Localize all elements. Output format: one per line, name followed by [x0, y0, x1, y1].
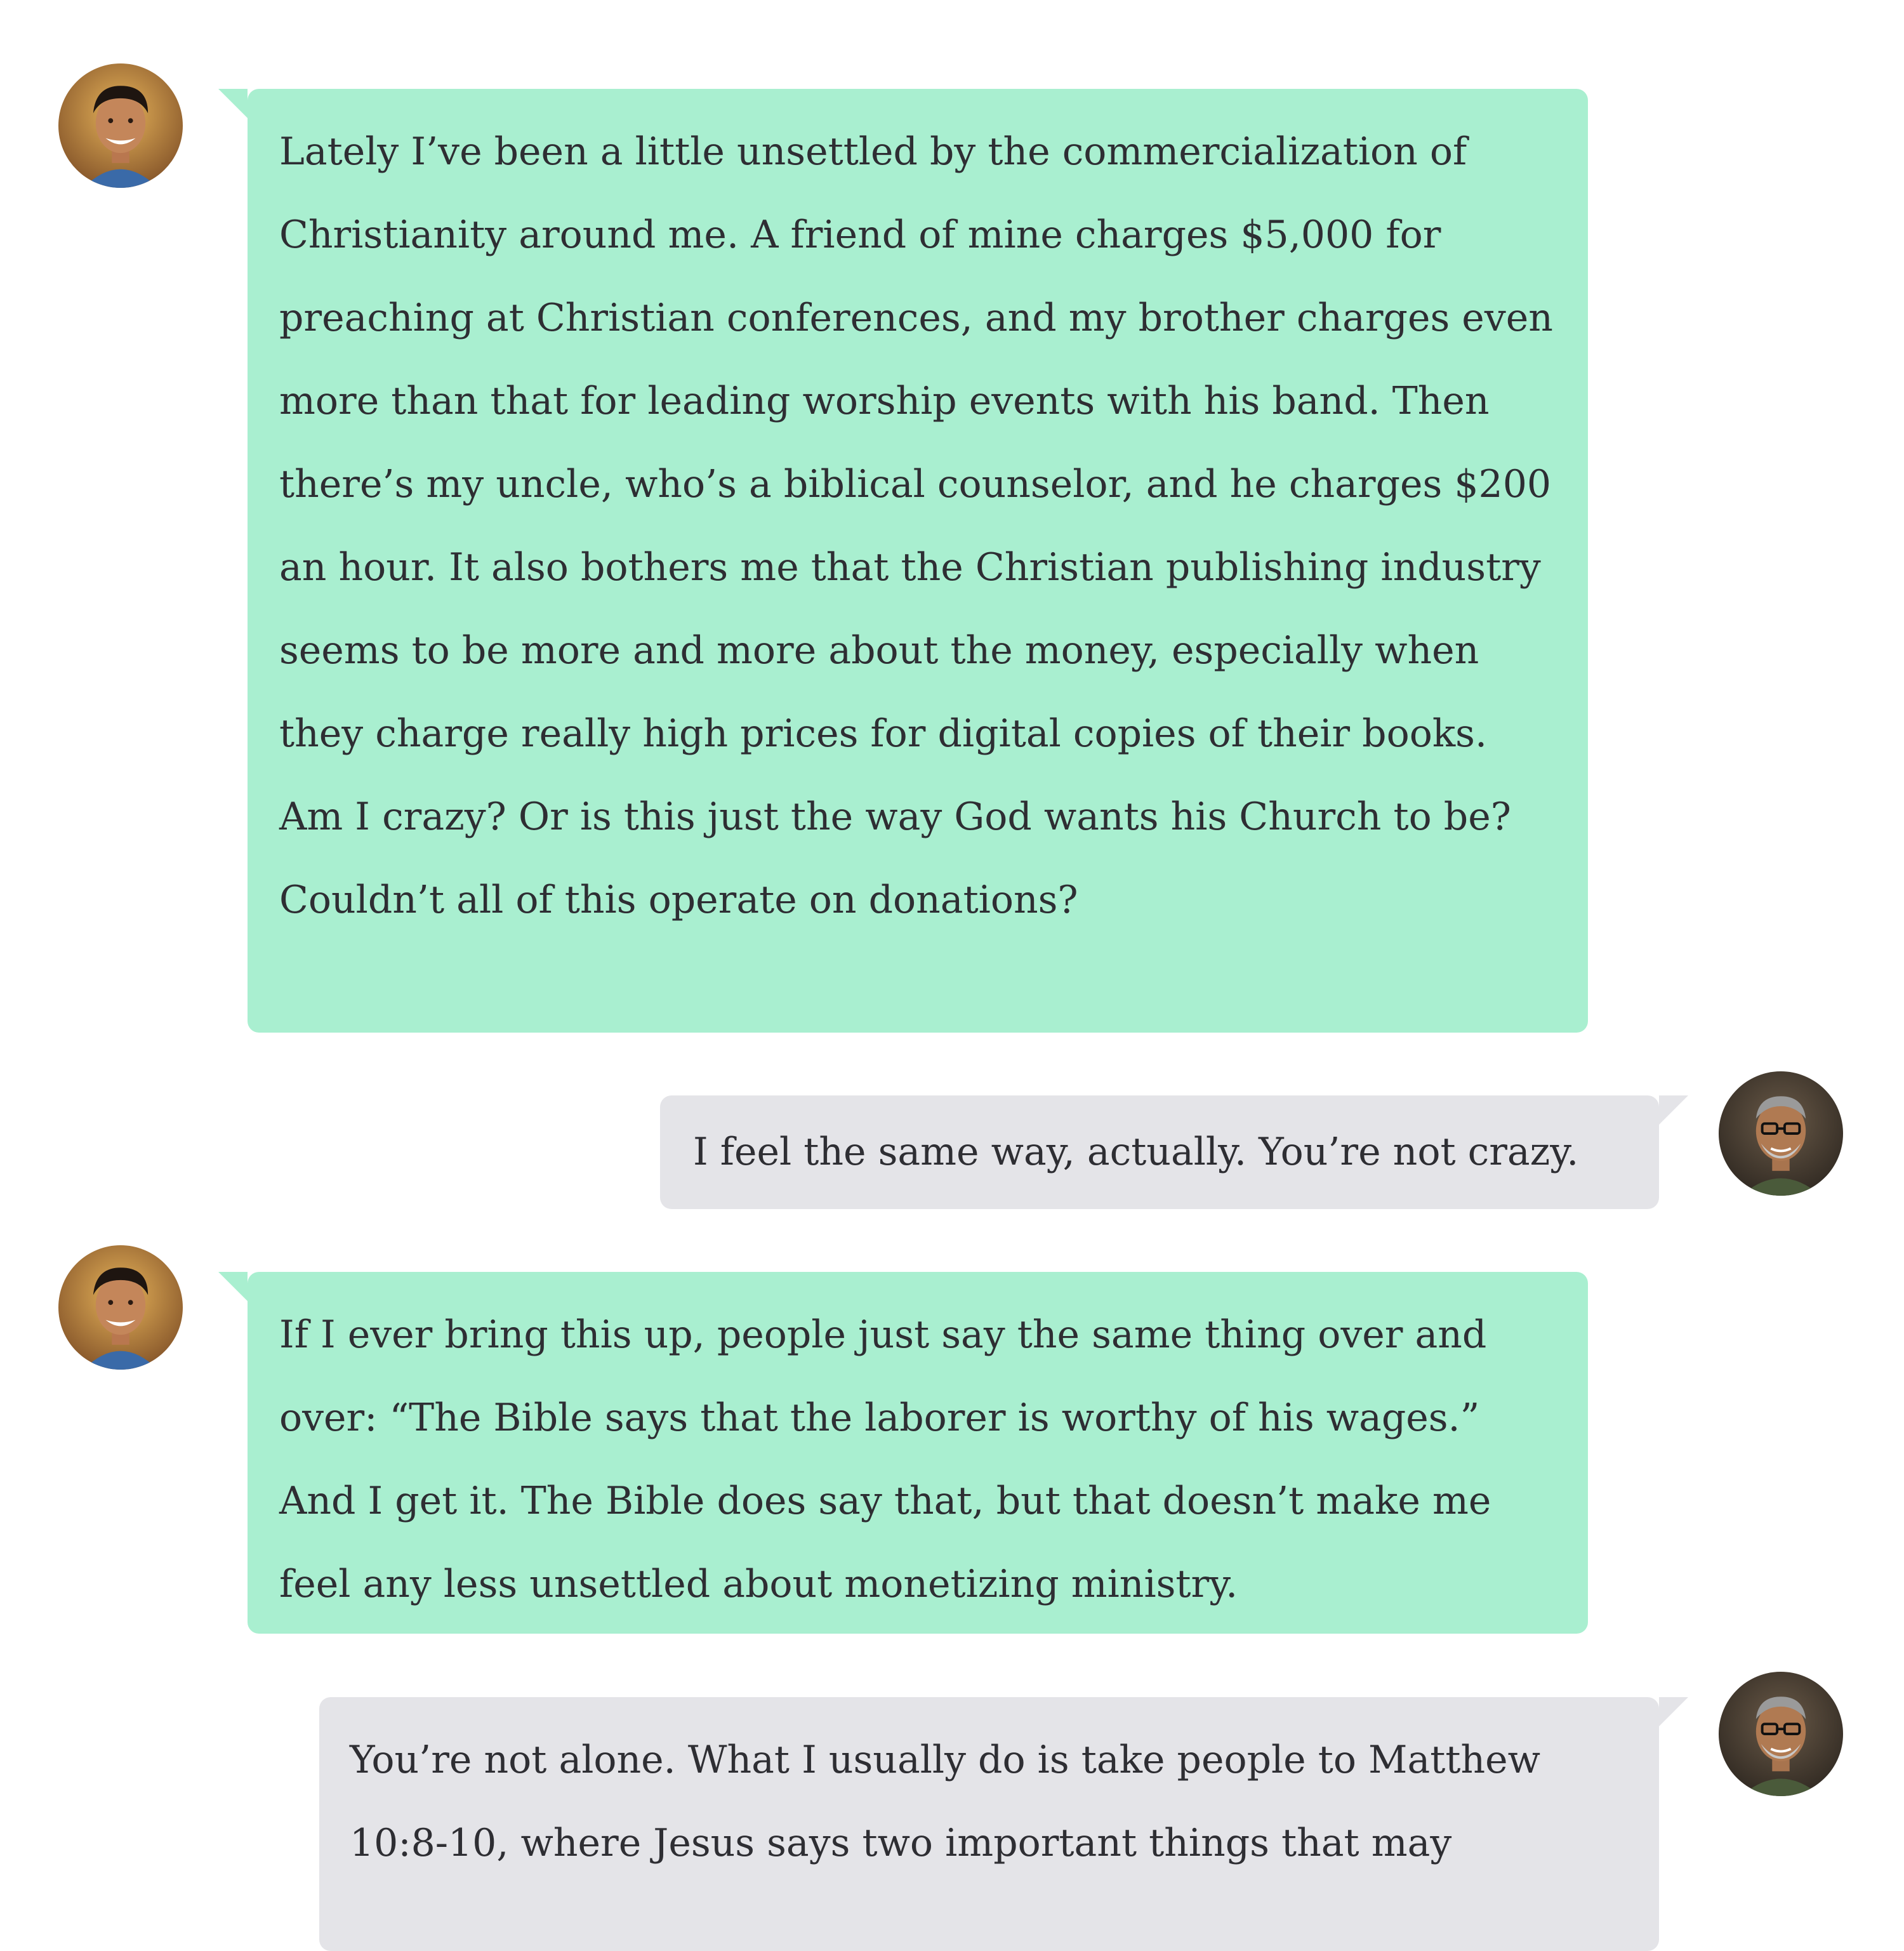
chat-thread: Lately I’ve been a little unsettled by t…	[0, 0, 1904, 1951]
message-text: You’re not alone. What I usually do is t…	[350, 1738, 1540, 1865]
bubble-tail	[1659, 1697, 1688, 1726]
message-text: If I ever bring this up, people just say…	[279, 1313, 1491, 1606]
bubble-tail	[1659, 1095, 1688, 1125]
message-bubble-outgoing: You’re not alone. What I usually do is t…	[319, 1697, 1688, 1951]
message-bubble-incoming: Lately I’ve been a little unsettled by t…	[218, 89, 1588, 1033]
avatar-sender-right[interactable]	[1719, 1672, 1843, 1796]
message-text: Lately I’ve been a little unsettled by t…	[279, 129, 1553, 922]
avatar-sender-right[interactable]	[1719, 1071, 1843, 1196]
avatar-sender-left[interactable]	[58, 1245, 183, 1370]
bubble-tail	[218, 1272, 248, 1301]
message-bubble-incoming: If I ever bring this up, people just say…	[218, 1272, 1588, 1634]
avatar-left-image	[58, 63, 183, 188]
avatar-sender-left[interactable]	[58, 63, 183, 188]
avatar-left-image	[58, 1245, 183, 1370]
message-bubble-outgoing: I feel the same way, actually. You’re no…	[660, 1095, 1688, 1209]
avatar-right-image	[1719, 1071, 1843, 1196]
avatar-right-image	[1719, 1672, 1843, 1796]
message-text: I feel the same way, actually. You’re no…	[693, 1130, 1579, 1174]
bubble-tail	[218, 89, 248, 118]
